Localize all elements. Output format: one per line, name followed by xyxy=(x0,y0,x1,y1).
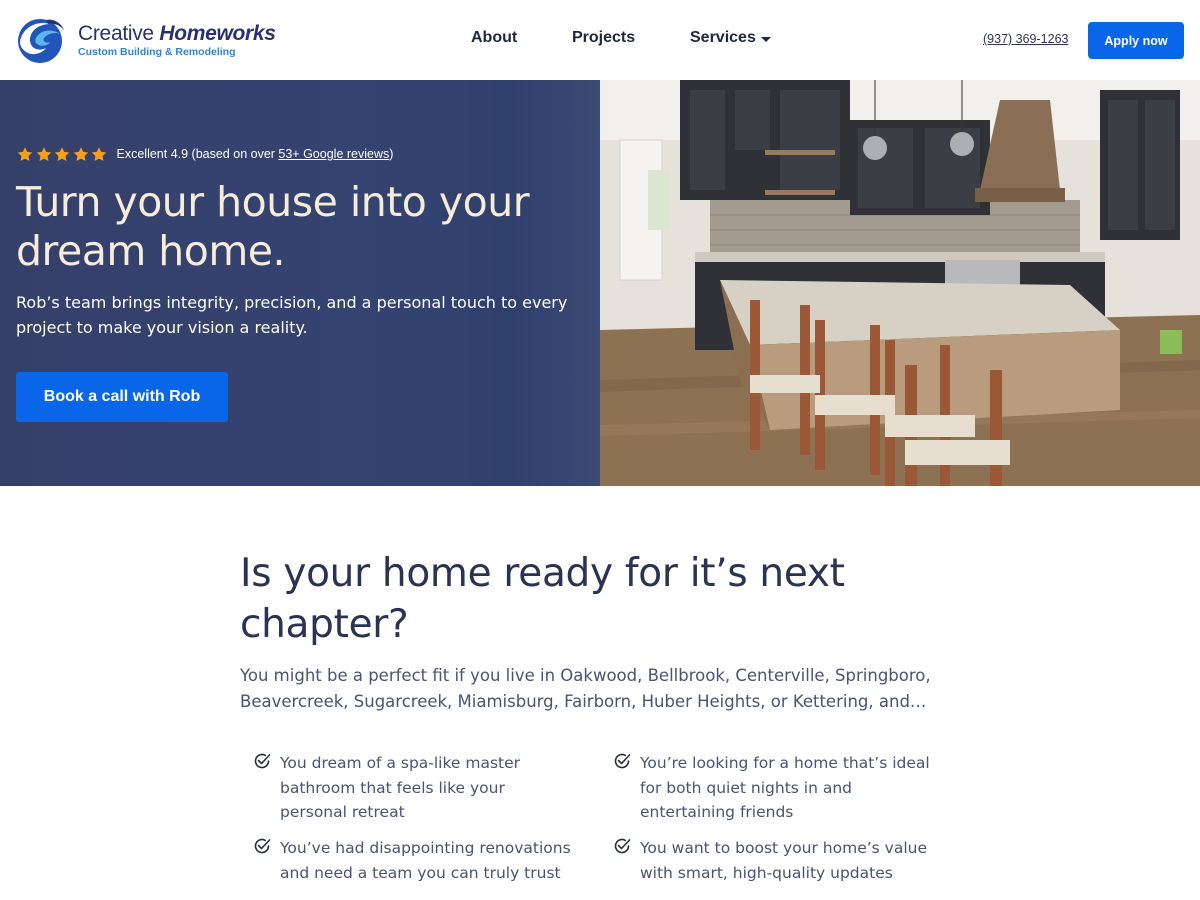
list-item-text: You’ve had disappointing renovations and… xyxy=(280,839,571,882)
list-item-text: You want to boost your home’s value with… xyxy=(640,839,928,882)
list-item: You’ve had disappointing renovations and… xyxy=(252,836,572,885)
list-item-text: You dream of a spa-like master bathroom … xyxy=(280,754,521,821)
phone-link[interactable]: (937) 369-1263 xyxy=(983,32,1068,46)
star-icon xyxy=(91,146,107,161)
rating-row: Excellent 4.9 (based on over 53+ Google … xyxy=(16,145,393,163)
check-circle-icon xyxy=(254,753,271,769)
section-lead: You might be a perfect fit if you live i… xyxy=(240,666,931,711)
kitchen-photo xyxy=(600,80,1200,486)
list-item-text: You’re looking for a home that’s ideal f… xyxy=(640,754,930,821)
star-icon xyxy=(36,146,51,161)
site-header: Creative Homeworks Custom Building & Rem… xyxy=(0,0,1200,80)
check-circle-icon xyxy=(614,753,631,769)
logo[interactable]: Creative Homeworks Custom Building & Rem… xyxy=(16,16,276,64)
nav-services-label: Services xyxy=(690,29,756,46)
list-item: You dream of a spa-like master bathroom … xyxy=(252,751,572,825)
check-circle-icon xyxy=(254,838,271,854)
book-call-button[interactable]: Book a call with Rob xyxy=(16,372,228,422)
star-rating xyxy=(16,146,109,163)
list-item: You want to boost your home’s value with… xyxy=(612,836,932,885)
logo-wave-icon xyxy=(18,19,64,63)
chevron-down-icon xyxy=(760,36,771,42)
hero-panel xyxy=(0,80,600,486)
logo-tagline: Custom Building & Remodeling xyxy=(78,46,236,58)
nav-projects[interactable]: Projects xyxy=(572,29,635,47)
list-item: You’re looking for a home that’s ideal f… xyxy=(612,751,932,825)
star-icon xyxy=(17,146,33,161)
rating-text: Excellent 4.9 (based on over 53+ Google … xyxy=(116,147,394,161)
section-title: Is your home ready for it’s next chapter… xyxy=(240,551,845,647)
hero-subtitle: Rob’s team brings integrity, precision, … xyxy=(16,293,568,337)
apply-now-button[interactable]: Apply now xyxy=(1088,22,1184,59)
google-reviews-link[interactable]: 53+ Google reviews xyxy=(278,147,389,161)
nav-about[interactable]: About xyxy=(471,29,517,47)
star-icon xyxy=(73,146,88,161)
check-circle-icon xyxy=(614,838,631,854)
nav-services[interactable]: Services xyxy=(690,29,771,47)
star-icon xyxy=(54,146,70,161)
hero-title: Turn your house into your dream home. xyxy=(16,178,530,275)
logo-name: Creative Homeworks xyxy=(78,22,276,45)
